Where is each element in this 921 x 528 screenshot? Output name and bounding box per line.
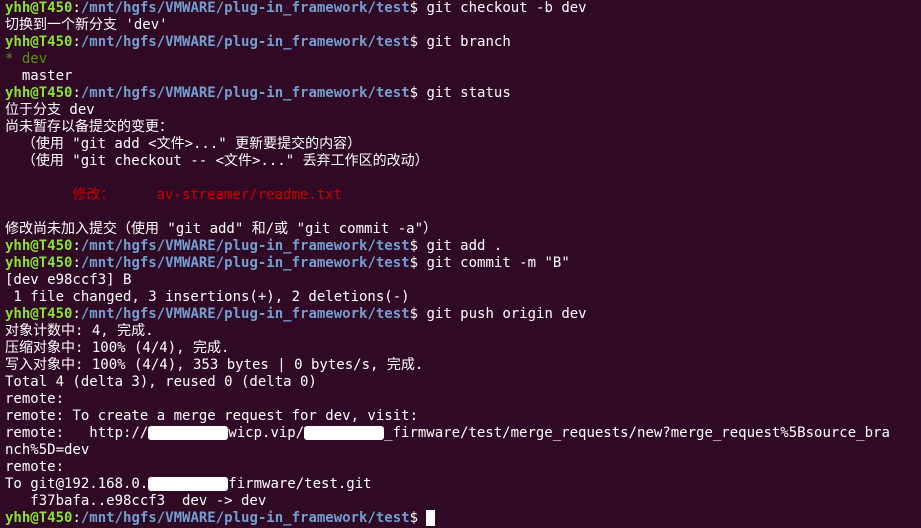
output-text: remote: http:// bbox=[5, 425, 149, 441]
output-text: 位于分支 dev bbox=[5, 102, 95, 118]
prompt-path: /mnt/hgfs/VMWARE/plug-in_framework/test bbox=[80, 306, 410, 322]
output-text: wicp.vip/ bbox=[228, 425, 305, 441]
output-text: Total 4 (delta 3), reused 0 (delta 0) bbox=[5, 374, 317, 390]
modified-file: av-streamer/readme.txt bbox=[156, 187, 343, 203]
output-line: f37bafa..e98ccf3 dev -> dev bbox=[5, 493, 921, 510]
output-text: firmware/test.git bbox=[228, 476, 372, 492]
output-line: 切换到一个新分支 'dev' bbox=[5, 17, 921, 34]
output-line: 位于分支 dev bbox=[5, 102, 921, 119]
prompt-user: yhh@T450 bbox=[5, 238, 73, 254]
output-line: remote: To create a merge request for de… bbox=[5, 408, 921, 425]
current-branch-line: * dev bbox=[5, 51, 921, 68]
command-text: git checkout -b dev bbox=[426, 0, 587, 16]
prompt-path: /mnt/hgfs/VMWARE/plug-in_framework/test bbox=[80, 85, 410, 101]
prompt-path: /mnt/hgfs/VMWARE/plug-in_framework/test bbox=[80, 510, 410, 526]
output-line: 压缩对象中: 100% (4/4), 完成. bbox=[5, 340, 921, 357]
command-text: git status bbox=[426, 85, 511, 101]
output-text: remote: bbox=[5, 459, 65, 475]
output-text: remote: bbox=[5, 391, 65, 407]
output-line: To git@192.168.0. firmware/test.git bbox=[5, 476, 921, 493]
command-text: git branch bbox=[426, 34, 511, 50]
output-text: 尚未暂存以备提交的变更： bbox=[5, 119, 173, 135]
output-line: nch%5D=dev bbox=[5, 442, 921, 459]
prompt-line: yhh@T450:/mnt/hgfs/VMWARE/plug-in_framew… bbox=[5, 85, 921, 102]
redacted-block bbox=[148, 426, 229, 440]
output-line: master bbox=[5, 68, 921, 85]
output-line: [dev e98ccf3] B bbox=[5, 272, 921, 289]
output-text: f37bafa..e98ccf3 dev -> dev bbox=[5, 493, 267, 509]
prompt-path: /mnt/hgfs/VMWARE/plug-in_framework/test bbox=[80, 238, 410, 254]
prompt-symbol: $ bbox=[409, 255, 427, 271]
output-line: remote: bbox=[5, 459, 921, 476]
prompt-user: yhh@T450 bbox=[5, 34, 73, 50]
prompt-path: /mnt/hgfs/VMWARE/plug-in_framework/test bbox=[80, 0, 410, 16]
output-text: _firmware/test/merge_requests/new?merge_… bbox=[384, 425, 890, 441]
modified-label: 修改： bbox=[5, 187, 157, 203]
command-text: git add . bbox=[426, 238, 503, 254]
output-text: （使用 "git add <文件>..." 更新要提交的内容） bbox=[5, 136, 362, 152]
redacted-block bbox=[304, 426, 385, 440]
prompt-colon: : bbox=[72, 306, 81, 322]
output-line: （使用 "git checkout -- <文件>..." 丢弃工作区的改动） bbox=[5, 153, 921, 170]
output-line: Total 4 (delta 3), reused 0 (delta 0) bbox=[5, 374, 921, 391]
prompt-symbol: $ bbox=[409, 306, 427, 322]
prompt-line: yhh@T450:/mnt/hgfs/VMWARE/plug-in_framew… bbox=[5, 510, 921, 527]
output-text: （使用 "git checkout -- <文件>..." 丢弃工作区的改动） bbox=[5, 153, 429, 169]
output-line: 修改尚未加入提交（使用 "git add" 和/或 "git commit -a… bbox=[5, 221, 921, 238]
redacted-block bbox=[148, 477, 229, 491]
prompt-colon: : bbox=[72, 34, 81, 50]
output-line: 写入对象中: 100% (4/4), 353 bytes | 0 bytes/s… bbox=[5, 357, 921, 374]
prompt-colon: : bbox=[72, 0, 81, 16]
output-text: 对象计数中: 4, 完成. bbox=[5, 323, 154, 339]
output-text: remote: To create a merge request for de… bbox=[5, 408, 419, 424]
command-text: git push origin dev bbox=[426, 306, 587, 322]
output-line: remote: bbox=[5, 391, 921, 408]
prompt-line: yhh@T450:/mnt/hgfs/VMWARE/plug-in_framew… bbox=[5, 238, 921, 255]
output-text: nch%5D=dev bbox=[5, 442, 90, 458]
prompt-user: yhh@T450 bbox=[5, 0, 73, 16]
output-line: 尚未暂存以备提交的变更： bbox=[5, 119, 921, 136]
prompt-path: /mnt/hgfs/VMWARE/plug-in_framework/test bbox=[80, 255, 410, 271]
prompt-colon: : bbox=[72, 85, 81, 101]
prompt-colon: : bbox=[72, 255, 81, 271]
prompt-user: yhh@T450 bbox=[5, 510, 73, 526]
current-branch: * dev bbox=[5, 51, 48, 67]
prompt-symbol: $ bbox=[409, 0, 427, 16]
output-line: （使用 "git add <文件>..." 更新要提交的内容） bbox=[5, 136, 921, 153]
output-text: 写入对象中: 100% (4/4), 353 bytes | 0 bytes/s… bbox=[5, 357, 424, 373]
output-line: 对象计数中: 4, 完成. bbox=[5, 323, 921, 340]
prompt-colon: : bbox=[72, 510, 81, 526]
prompt-user: yhh@T450 bbox=[5, 85, 73, 101]
prompt-line: yhh@T450:/mnt/hgfs/VMWARE/plug-in_framew… bbox=[5, 306, 921, 323]
terminal-window[interactable]: yhh@T450:/mnt/hgfs/VMWARE/plug-in_framew… bbox=[0, 0, 921, 528]
output-text: 切换到一个新分支 'dev' bbox=[5, 17, 168, 33]
output-text: 修改尚未加入提交（使用 "git add" 和/或 "git commit -a… bbox=[5, 221, 438, 237]
command-text: git commit -m "B" bbox=[426, 255, 570, 271]
prompt-line: yhh@T450:/mnt/hgfs/VMWARE/plug-in_framew… bbox=[5, 34, 921, 51]
prompt-line: yhh@T450:/mnt/hgfs/VMWARE/plug-in_framew… bbox=[5, 255, 921, 272]
terminal-cursor[interactable] bbox=[426, 510, 436, 526]
prompt-line: yhh@T450:/mnt/hgfs/VMWARE/plug-in_framew… bbox=[5, 0, 921, 17]
modified-file-line: 修改： av-streamer/readme.txt bbox=[5, 187, 921, 204]
prompt-colon: : bbox=[72, 238, 81, 254]
prompt-symbol: $ bbox=[409, 510, 427, 526]
prompt-path: /mnt/hgfs/VMWARE/plug-in_framework/test bbox=[80, 34, 410, 50]
output-text: 压缩对象中: 100% (4/4), 完成. bbox=[5, 340, 230, 356]
prompt-user: yhh@T450 bbox=[5, 255, 73, 271]
output-text: master bbox=[5, 68, 73, 84]
prompt-symbol: $ bbox=[409, 238, 427, 254]
output-text: [dev e98ccf3] B bbox=[5, 272, 132, 288]
output-text: To git@192.168.0. bbox=[5, 476, 149, 492]
prompt-symbol: $ bbox=[409, 85, 427, 101]
output-line: remote: http:// wicp.vip/ _firmware/test/m… bbox=[5, 425, 921, 442]
output-text: 1 file changed, 3 insertions(+), 2 delet… bbox=[5, 289, 410, 305]
output-line: 1 file changed, 3 insertions(+), 2 delet… bbox=[5, 289, 921, 306]
prompt-user: yhh@T450 bbox=[5, 306, 73, 322]
prompt-symbol: $ bbox=[409, 34, 427, 50]
